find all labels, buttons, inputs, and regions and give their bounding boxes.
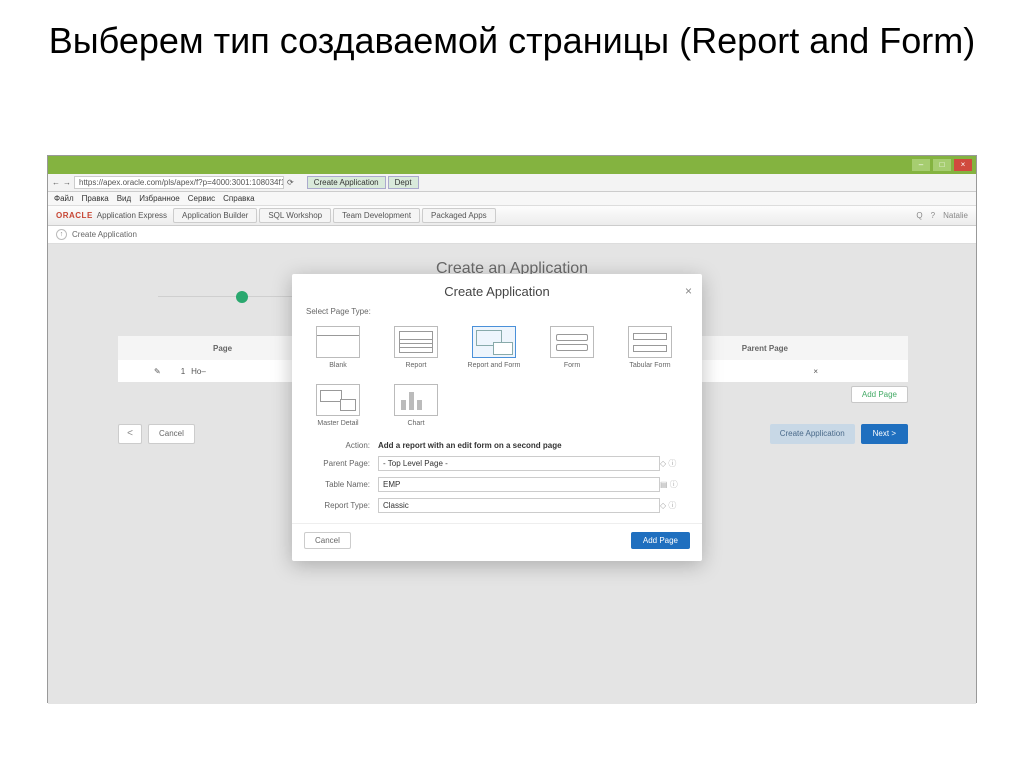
parent-page-label: Parent Page: [306, 459, 378, 468]
apex-header: ORACLE Application Express Application B… [48, 206, 976, 226]
table-name-helper-icon[interactable]: ▤ ⓘ [660, 479, 688, 490]
page-type-master-detail[interactable]: Master Detail [306, 384, 370, 428]
browser-tabs: Create Application Dept [307, 176, 419, 189]
page-type-form[interactable]: Form [540, 326, 604, 370]
maximize-button[interactable]: □ [933, 159, 951, 171]
edit-icon[interactable]: ✎ [154, 367, 161, 376]
row-name: Ho [191, 367, 201, 376]
create-application-modal: Create Application × Select Page Type: B… [292, 274, 702, 561]
apex-nav: Application Builder SQL Workshop Team De… [173, 208, 496, 223]
col-page: Page [213, 344, 232, 353]
col-parent: Parent Page [742, 344, 788, 353]
parent-page-helper-icon[interactable]: ◇ ⓘ [660, 458, 688, 469]
minimize-button[interactable]: – [912, 159, 930, 171]
address-bar-row: ← → https://apex.oracle.com/pls/apex/f?p… [48, 174, 976, 192]
table-name-label: Table Name: [306, 480, 378, 489]
help-icon[interactable]: ? [931, 211, 935, 220]
browser-tab-1[interactable]: Create Application [307, 176, 386, 189]
slide-title: Выберем тип создаваемой страницы (Report… [0, 0, 1024, 73]
page-type-label: Blank [329, 362, 347, 370]
menu-view[interactable]: Вид [117, 194, 131, 203]
page-type-report[interactable]: Report [384, 326, 448, 370]
ie-menu-bar: Файл Правка Вид Избранное Сервис Справка [48, 192, 976, 206]
breadcrumb: ↑ Create Application [48, 226, 976, 244]
step-indicator [236, 291, 248, 303]
blank-icon [316, 326, 360, 358]
action-value: Add a report with an edit form on a seco… [378, 441, 660, 450]
create-application-button[interactable]: Create Application [770, 424, 855, 444]
page-type-label: Tabular Form [629, 362, 670, 370]
modal-close-icon[interactable]: × [685, 284, 692, 298]
modal-add-page-button[interactable]: Add Page [631, 532, 690, 549]
report-type-label: Report Type: [306, 501, 378, 510]
search-icon[interactable]: Q [916, 211, 922, 220]
page-type-label: Report [405, 362, 426, 370]
parent-page-select[interactable]: - Top Level Page - [378, 456, 660, 471]
nav-sql-workshop[interactable]: SQL Workshop [259, 208, 331, 223]
apex-product-name: Application Express [97, 211, 167, 220]
page-type-label: Chart [407, 420, 424, 428]
page-type-tabular-form[interactable]: Tabular Form [618, 326, 682, 370]
report-icon [394, 326, 438, 358]
form-icon [550, 326, 594, 358]
menu-help[interactable]: Справка [223, 194, 254, 203]
row-parent-dash: – [201, 367, 205, 376]
add-page-button-bg[interactable]: Add Page [851, 386, 908, 403]
report-type-helper-icon[interactable]: ◇ ⓘ [660, 500, 688, 511]
menu-favorites[interactable]: Избранное [139, 194, 180, 203]
chart-icon [394, 384, 438, 416]
reportform-icon [472, 326, 516, 358]
url-input[interactable]: https://apex.oracle.com/pls/apex/f?p=400… [74, 176, 284, 189]
modal-title-text: Create Application [444, 284, 550, 299]
oracle-logo: ORACLE [56, 211, 93, 220]
master-icon [316, 384, 360, 416]
forward-icon[interactable]: → [63, 178, 71, 187]
menu-file[interactable]: Файл [54, 194, 74, 203]
page-type-label: Form [564, 362, 580, 370]
row-number: 1 [181, 367, 185, 376]
report-type-select[interactable]: Classic [378, 498, 660, 513]
wizard-cancel-button[interactable]: Cancel [148, 424, 195, 444]
breadcrumb-up-icon[interactable]: ↑ [56, 229, 67, 240]
page-type-blank[interactable]: Blank [306, 326, 370, 370]
refresh-icon[interactable]: ⟳ [287, 178, 294, 187]
menu-edit[interactable]: Правка [82, 194, 109, 203]
browser-tab-2[interactable]: Dept [388, 176, 419, 189]
back-icon[interactable]: ← [52, 178, 60, 187]
nav-team-dev[interactable]: Team Development [333, 208, 420, 223]
nav-app-builder[interactable]: Application Builder [173, 208, 257, 223]
page-type-label: Report and Form [468, 362, 521, 370]
delete-icon[interactable]: × [813, 367, 818, 376]
modal-cancel-button[interactable]: Cancel [304, 532, 351, 549]
page-type-grid: Blank Report Report and Form Form Tabular Fo… [292, 322, 702, 437]
screenshot-container: – □ × ← → https://apex.oracle.com/pls/ap… [47, 155, 977, 703]
breadcrumb-text: Create Application [72, 230, 137, 239]
modal-title: Create Application × [292, 274, 702, 305]
table-name-input[interactable]: EMP [378, 477, 660, 492]
wizard-back-button[interactable]: < [118, 424, 142, 444]
user-menu[interactable]: Natalie [943, 211, 968, 220]
page-type-chart[interactable]: Chart [384, 384, 448, 428]
page-type-report-and-form[interactable]: Report and Form [462, 326, 526, 370]
apex-body: Create an Application Page Parent Page ✎… [48, 244, 976, 704]
modal-form: Action: Add a report with an edit form o… [292, 437, 702, 517]
tabform-icon [628, 326, 672, 358]
menu-tools[interactable]: Сервис [188, 194, 215, 203]
nav-packaged-apps[interactable]: Packaged Apps [422, 208, 496, 223]
action-label: Action: [306, 441, 378, 450]
wizard-next-button[interactable]: Next > [861, 424, 908, 444]
window-titlebar: – □ × [48, 156, 976, 174]
modal-subtitle: Select Page Type: [292, 305, 702, 322]
page-type-label: Master Detail [317, 420, 358, 428]
close-button[interactable]: × [954, 159, 972, 171]
modal-footer: Cancel Add Page [292, 523, 702, 551]
